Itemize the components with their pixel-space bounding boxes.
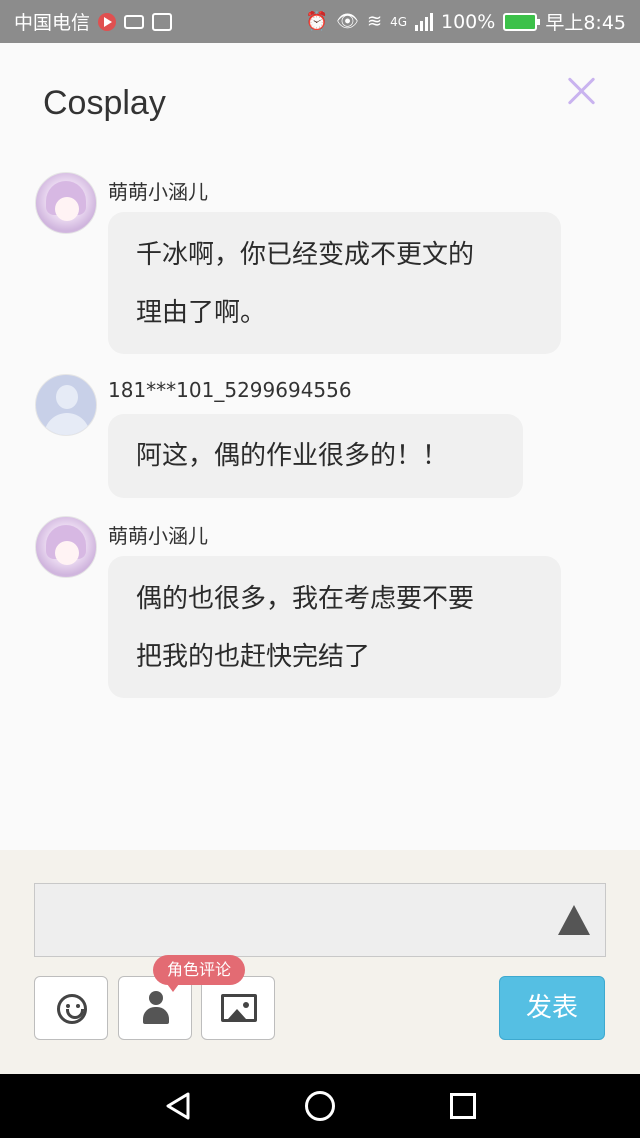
app-notification-icon [152, 12, 173, 31]
comment-composer: 角色评论 发表 [0, 850, 640, 1074]
back-icon[interactable] [164, 1092, 192, 1120]
page-title: Cosplay [43, 84, 166, 122]
wifi-icon: ≋ [366, 10, 383, 32]
status-left: 中国电信 [14, 8, 173, 35]
avatar[interactable] [35, 374, 97, 436]
close-icon[interactable] [566, 76, 596, 106]
comment-text-line: 阿这，偶的作业很多的！！ [136, 441, 449, 471]
comment-text-line: 偶的也很多，我在考虑要不要 [136, 584, 475, 614]
comment-username[interactable]: 萌萌小涵儿 [108, 520, 208, 549]
comment-username[interactable]: 萌萌小涵儿 [108, 176, 208, 205]
emoji-button[interactable] [34, 976, 108, 1040]
publish-button[interactable]: 发表 [499, 976, 605, 1040]
status-bar: 中国电信 ⏰ 👁 ≋ 4G 100% 早上8:45 [0, 0, 640, 43]
person-icon [143, 991, 169, 1025]
role-comment-tooltip: 角色评论 [153, 955, 246, 992]
comment-bubble: 偶的也很多，我在考虑要不要 把我的也赶快完结了 [108, 556, 561, 698]
send-arrow-icon[interactable] [558, 905, 590, 935]
network-type: 4G [390, 14, 407, 29]
comment-text-line: 理由了啊。 [136, 298, 267, 328]
image-button[interactable] [201, 976, 275, 1040]
role-comment-button[interactable] [118, 976, 192, 1040]
comment-text-line: 把我的也赶快完结了 [136, 642, 371, 672]
clock: 早上8:45 [545, 12, 626, 34]
avatar[interactable] [35, 516, 97, 578]
carrier-label: 中国电信 [14, 12, 91, 34]
comment-text-line: 千冰啊，你已经变成不更文的 [136, 240, 475, 270]
comment-bubble: 阿这，偶的作业很多的！！ [108, 414, 523, 498]
picture-icon [221, 994, 257, 1022]
briefcase-icon [124, 14, 145, 29]
navigation-bar [0, 1074, 640, 1138]
comment-input[interactable] [34, 883, 606, 957]
battery-percent: 100% [441, 10, 496, 33]
battery-icon [503, 12, 541, 31]
avatar[interactable] [35, 172, 97, 234]
home-icon[interactable] [305, 1091, 335, 1121]
eye-icon: 👁 [336, 10, 359, 32]
recent-apps-icon[interactable] [450, 1093, 476, 1119]
video-app-icon [98, 12, 117, 31]
status-right: ⏰ 👁 ≋ 4G 100% 早上8:45 [306, 8, 626, 35]
alarm-icon: ⏰ [305, 10, 329, 32]
smile-icon [57, 994, 87, 1024]
signal-icon [415, 12, 433, 31]
comment-bubble: 千冰啊，你已经变成不更文的 理由了啊。 [108, 212, 561, 354]
comment-username[interactable]: 181***101_5299694556 [108, 378, 352, 402]
